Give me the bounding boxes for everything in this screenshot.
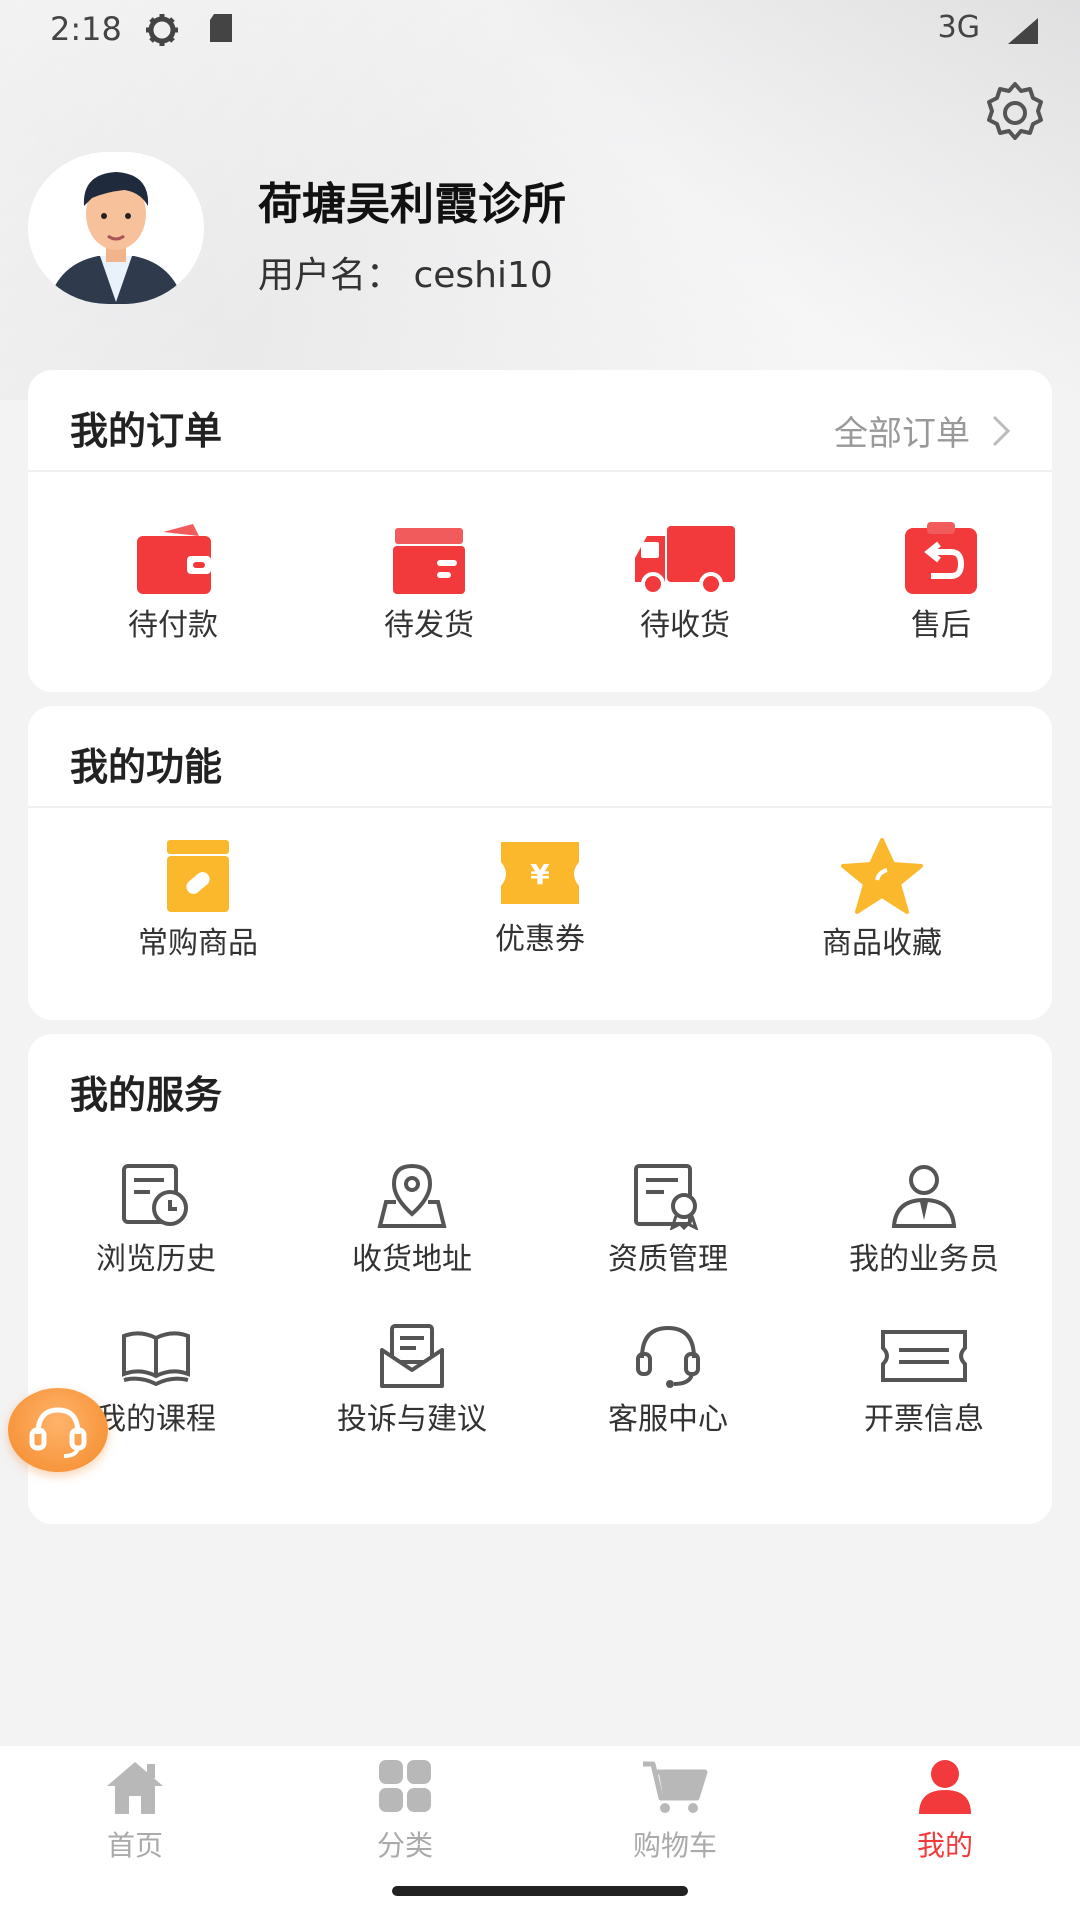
orders-card: 我的订单 全部订单 待付款 待发货 待收货 售后 (28, 370, 1052, 692)
service-feedback[interactable]: 投诉与建议 (304, 1322, 520, 1438)
all-orders-label: 全部订单 (834, 414, 970, 454)
service-address[interactable]: 收货地址 (304, 1162, 520, 1278)
return-icon (905, 522, 977, 594)
service-salesperson[interactable]: 我的业务员 (816, 1162, 1032, 1278)
function-favorites[interactable]: 商品收藏 (752, 838, 1012, 962)
svg-text:¥: ¥ (530, 858, 550, 891)
headset-icon (29, 1407, 87, 1458)
functions-card: 我的功能 常购商品 ¥ 优惠券 商品收藏 (28, 706, 1052, 1020)
coupon-icon: ¥ (501, 842, 579, 904)
settings-gear-icon[interactable] (980, 78, 1050, 148)
functions-title: 我的功能 (70, 745, 223, 789)
order-pending-shipment[interactable]: 待发货 (334, 522, 524, 644)
order-after-sales-label: 售后 (911, 608, 971, 643)
tab-mine-label: 我的 (916, 1829, 973, 1862)
function-coupons[interactable]: ¥ 优惠券 (410, 838, 670, 958)
tab-category[interactable]: 分类 (330, 1758, 480, 1864)
category-icon (379, 1760, 431, 1812)
tab-category-label: 分类 (376, 1829, 433, 1862)
order-pending-payment-label: 待付款 (128, 608, 218, 643)
shop-name: 荷塘吴利霞诊所 (258, 179, 566, 230)
chevron-right-icon (992, 415, 1011, 446)
username-line: 用户名： ceshi10 (258, 255, 553, 296)
service-qualification-label: 资质管理 (608, 1242, 728, 1277)
sd-card-icon (210, 14, 232, 42)
tab-home[interactable]: 首页 (60, 1758, 210, 1864)
service-invoice-label: 开票信息 (864, 1402, 984, 1437)
tab-mine[interactable]: 我的 (870, 1758, 1020, 1864)
status-bar: 2:18 3G (0, 8, 1080, 52)
salesperson-icon (891, 1165, 957, 1228)
status-time: 2:18 (50, 10, 122, 48)
tab-home-label: 首页 (106, 1829, 163, 1862)
certificate-icon (634, 1164, 699, 1231)
services-card: 我的服务 浏览历史 收货地址 资质管理 我的业务员 我的课程 投诉与建议 客服中… (28, 1034, 1052, 1524)
home-icon (107, 1762, 163, 1814)
order-after-sales[interactable]: 售后 (846, 522, 1036, 644)
cart-icon (643, 1761, 708, 1813)
history-icon (122, 1164, 188, 1226)
book-icon (122, 1331, 190, 1387)
floating-customer-service-button[interactable] (8, 1388, 108, 1472)
order-pending-shipment-label: 待发货 (384, 608, 474, 643)
service-qualification[interactable]: 资质管理 (560, 1162, 776, 1278)
service-feedback-label: 投诉与建议 (337, 1402, 487, 1437)
medicine-box-icon (167, 840, 229, 912)
person-icon (919, 1760, 971, 1814)
order-pending-receipt[interactable]: 待收货 (590, 522, 780, 644)
function-frequent-products-label: 常购商品 (138, 926, 258, 961)
services-title: 我的服务 (70, 1073, 223, 1117)
signal-icon (1008, 18, 1038, 44)
function-coupons-label: 优惠券 (495, 922, 585, 957)
location-icon (377, 1163, 447, 1228)
service-salesperson-label: 我的业务员 (849, 1242, 999, 1277)
tab-cart[interactable]: 购物车 (600, 1758, 750, 1864)
service-customer-center-label: 客服中心 (608, 1402, 728, 1437)
service-browse-history-label: 浏览历史 (96, 1242, 216, 1277)
orders-divider (28, 470, 1052, 472)
tab-cart-label: 购物车 (632, 1829, 717, 1862)
gear-status-icon (146, 14, 178, 46)
service-browse-history[interactable]: 浏览历史 (48, 1162, 264, 1278)
service-customer-center[interactable]: 客服中心 (560, 1322, 776, 1438)
orders-title: 我的订单 (70, 409, 223, 453)
order-pending-receipt-label: 待收货 (640, 608, 730, 643)
star-icon (841, 838, 923, 914)
wallet-icon (137, 524, 211, 594)
truck-icon (635, 526, 735, 596)
function-frequent-products[interactable]: 常购商品 (68, 838, 328, 962)
avatar-illustration (28, 152, 204, 304)
invoice-icon (881, 1330, 967, 1382)
all-orders-link[interactable]: 全部订单 (834, 406, 1012, 455)
feedback-icon (380, 1324, 444, 1388)
order-pending-payment[interactable]: 待付款 (78, 522, 268, 644)
function-favorites-label: 商品收藏 (822, 926, 942, 961)
box-icon (393, 528, 465, 594)
service-invoice[interactable]: 开票信息 (816, 1322, 1032, 1438)
functions-divider (28, 806, 1052, 808)
headset-icon (636, 1325, 700, 1388)
network-label: 3G (937, 10, 980, 45)
service-address-label: 收货地址 (352, 1242, 472, 1277)
home-indicator (392, 1886, 688, 1896)
avatar[interactable] (28, 152, 204, 304)
